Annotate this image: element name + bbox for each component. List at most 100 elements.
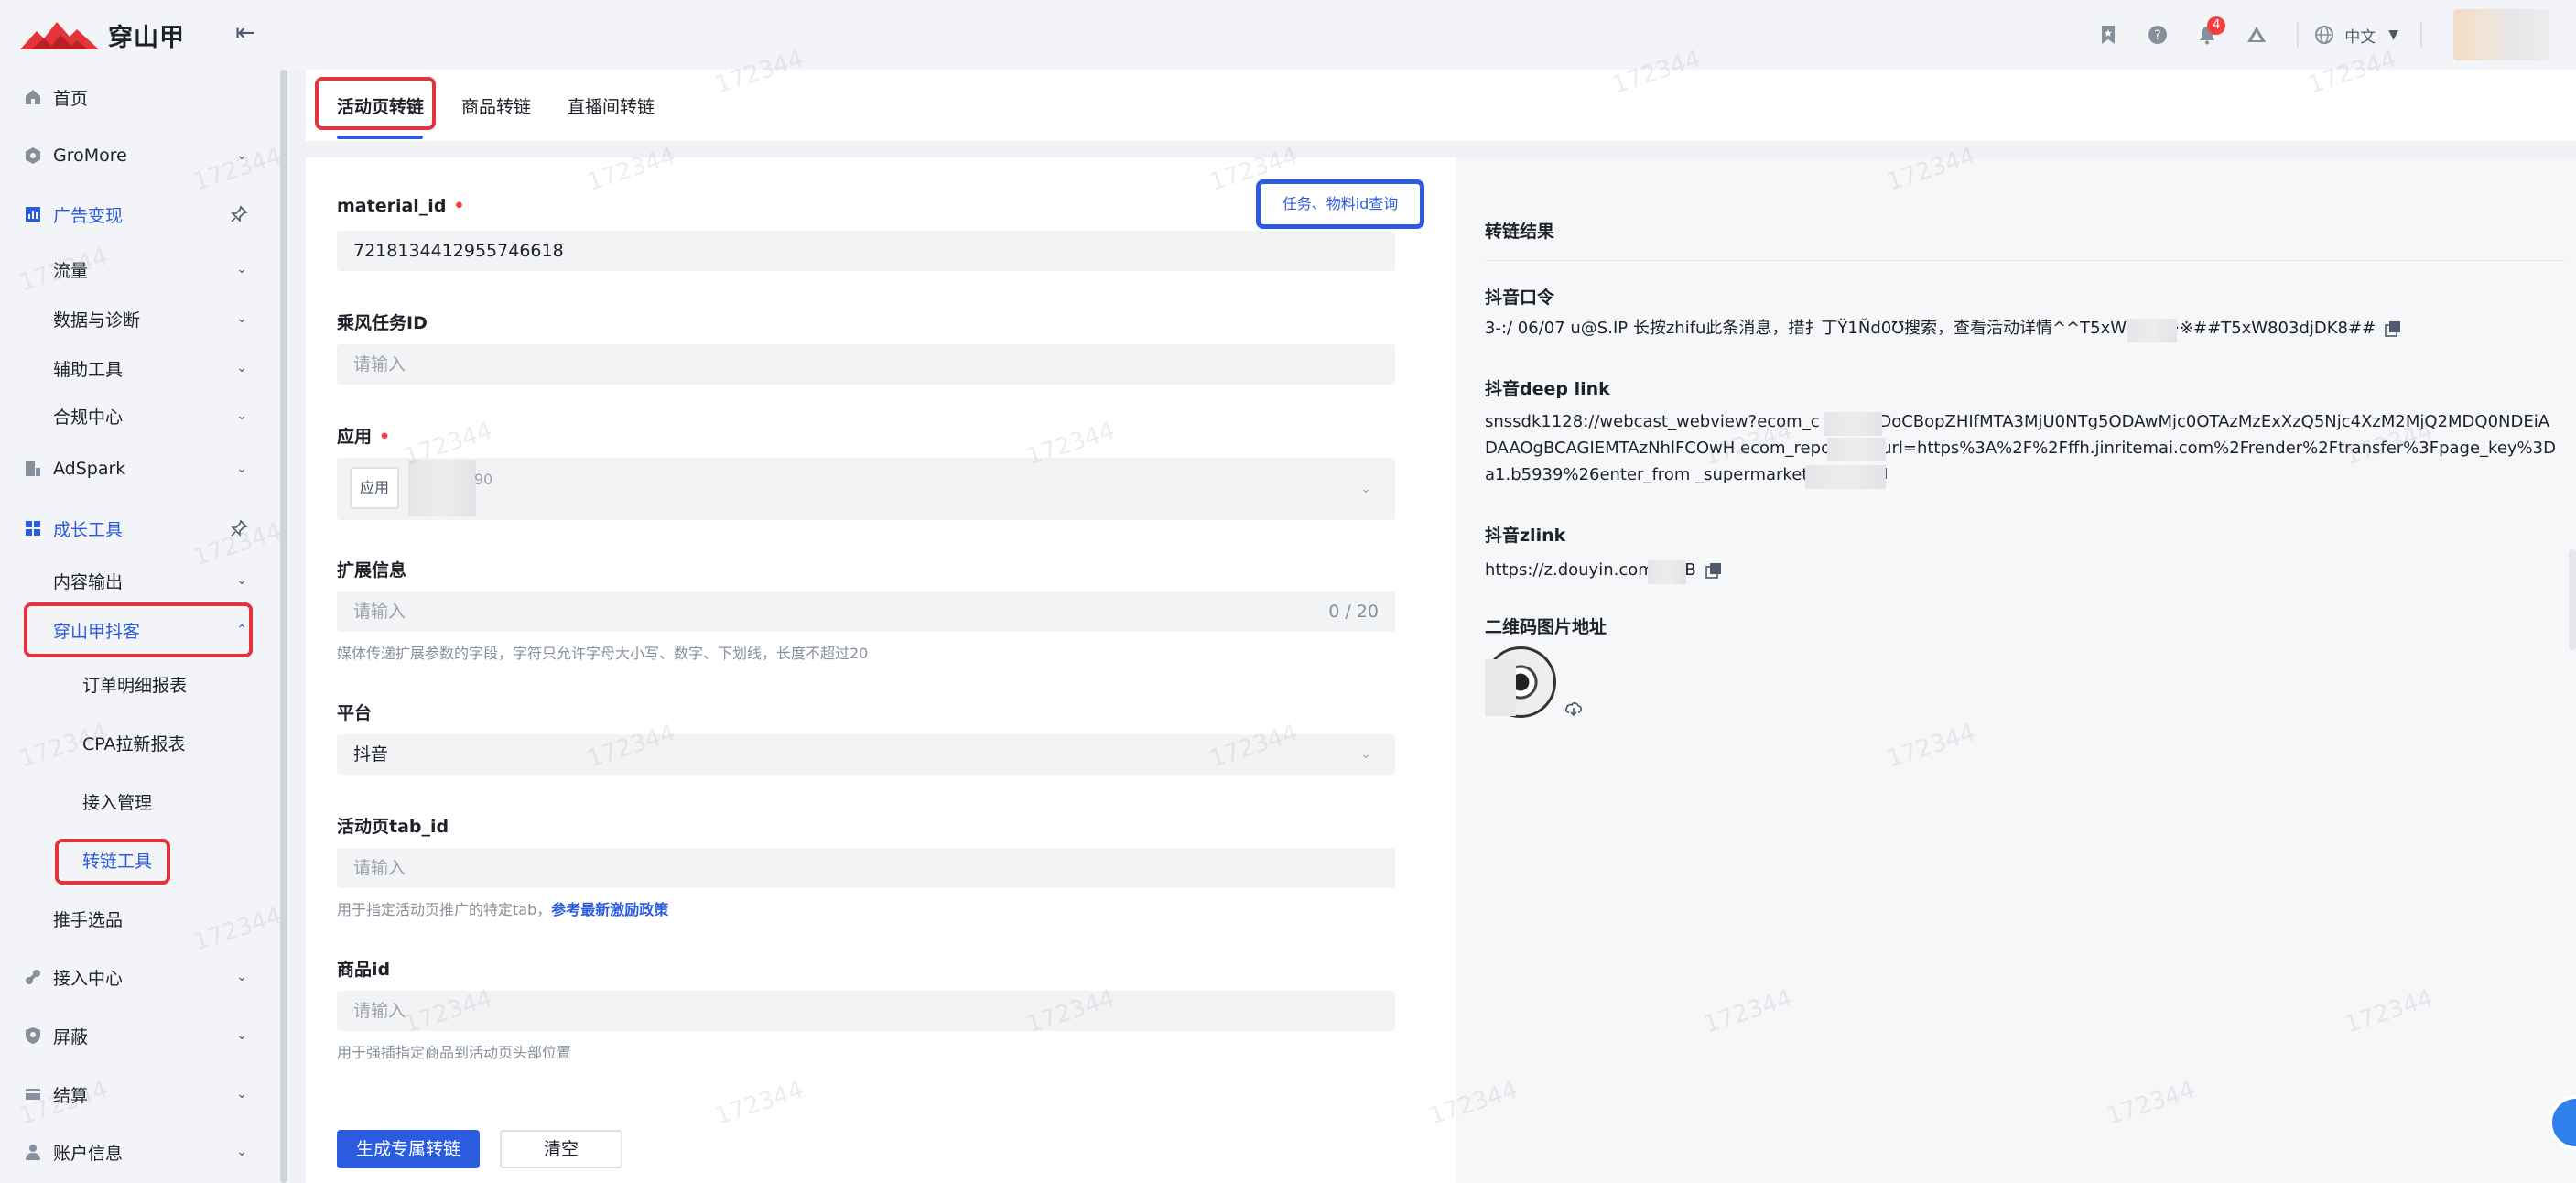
language-switcher[interactable]: 中文 ▼ bbox=[2313, 24, 2398, 47]
chart-icon bbox=[24, 205, 42, 223]
svg-text:?: ? bbox=[2155, 28, 2161, 43]
platform-select[interactable]: 抖音 ⌄ bbox=[337, 734, 1395, 775]
highlight-box-active-tab bbox=[315, 77, 436, 130]
cloud-download-icon[interactable] bbox=[1564, 698, 1584, 718]
globe-icon bbox=[2315, 26, 2334, 44]
doc-chart-icon bbox=[24, 460, 42, 478]
bookmark-icon[interactable] bbox=[2090, 16, 2127, 53]
sidebar-item-content-output[interactable]: 内容输出 ⌄ bbox=[0, 560, 265, 601]
sidebar-item-home[interactable]: 首页 bbox=[0, 77, 265, 117]
product-id-input[interactable]: 请输入 bbox=[337, 991, 1395, 1031]
task-id-label: 乘风任务ID bbox=[337, 313, 428, 333]
chevron-down-icon: ▼ bbox=[2388, 27, 2398, 42]
app-select[interactable]: 应用 90 ⌄ bbox=[337, 458, 1395, 520]
ext-info-placeholder: 请输入 bbox=[353, 602, 406, 622]
pin-icon[interactable] bbox=[229, 518, 249, 538]
highlight-box-pangle-douke bbox=[24, 602, 253, 657]
generate-link-button[interactable]: 生成专属转链 bbox=[337, 1130, 480, 1168]
pin-icon[interactable] bbox=[229, 204, 249, 224]
result-divider bbox=[1485, 260, 2565, 261]
sidebar-item-access-center[interactable]: 接入中心 ⌄ bbox=[0, 957, 265, 997]
pangolin-logo-icon bbox=[20, 22, 99, 49]
user-icon bbox=[24, 1143, 42, 1161]
tab-id-hint: 用于指定活动页推广的特定tab，参考最新激励政策 bbox=[337, 901, 669, 918]
redacted-zlink-part bbox=[1648, 560, 1686, 584]
chevron-down-icon: ⌄ bbox=[1360, 482, 1371, 496]
sidebar-item-data-diagnosis[interactable]: 数据与诊断 ⌄ bbox=[0, 298, 265, 339]
sidebar-item-order-report[interactable]: 订单明细报表 bbox=[0, 664, 265, 704]
bell-icon[interactable]: 4 bbox=[2189, 16, 2226, 53]
top-bar: 穿山甲 ⇤ ? 4 中文 ▼ bbox=[0, 0, 2576, 70]
chevron-down-icon: ⌄ bbox=[1360, 747, 1371, 762]
incentive-policy-link[interactable]: 参考最新激励政策 bbox=[551, 901, 668, 918]
material-id-input[interactable]: 7218134412955746618 bbox=[337, 231, 1395, 271]
sidebar-group-ad-monetization[interactable]: 广告变现 bbox=[0, 194, 265, 234]
avatar[interactable] bbox=[2453, 9, 2549, 60]
tab-product-link[interactable]: 商品转链 bbox=[461, 93, 531, 118]
result-panel bbox=[1456, 157, 2576, 1183]
sidebar-item-gromore[interactable]: GroMore ⌄ bbox=[0, 136, 265, 176]
sidebar-item-settlement[interactable]: 结算 ⌄ bbox=[0, 1074, 265, 1114]
sidebar-item-traffic[interactable]: 流量 ⌄ bbox=[0, 249, 265, 289]
page-scrollbar[interactable] bbox=[2569, 549, 2576, 650]
sidebar-item-aux-tools[interactable]: 辅助工具 ⌄ bbox=[0, 348, 265, 388]
sidebar-item-compliance[interactable]: 合规中心 ⌄ bbox=[0, 396, 265, 436]
platform-value: 抖音 bbox=[353, 744, 389, 765]
menu-collapse-icon[interactable]: ⇤ bbox=[231, 18, 260, 48]
copy-icon[interactable] bbox=[2385, 320, 2401, 337]
douyin-zlink-value: https://z.douyin.com Sj0B bbox=[1485, 557, 2556, 583]
chevron-down-icon: ⌄ bbox=[236, 408, 247, 423]
sidebar-scrollbar[interactable] bbox=[280, 70, 287, 1183]
sidebar-item-block[interactable]: 屏蔽 ⌄ bbox=[0, 1015, 265, 1056]
active-tab-indicator bbox=[337, 136, 423, 139]
header-divider bbox=[2297, 22, 2300, 48]
required-mark: • bbox=[453, 196, 465, 216]
clear-button[interactable]: 清空 bbox=[500, 1130, 622, 1168]
language-label: 中文 bbox=[2344, 27, 2376, 47]
result-title: 转链结果 bbox=[1485, 222, 1555, 242]
brand-name: 穿山甲 bbox=[108, 23, 185, 52]
chevron-down-icon: ⌄ bbox=[236, 1087, 247, 1102]
ext-info-hint: 媒体传递扩展参数的字段，字符只允许字母大小写、数字、下划线，长度不超过20 bbox=[337, 645, 869, 662]
shield-icon bbox=[24, 1026, 42, 1045]
chevron-down-icon: ⌄ bbox=[236, 262, 247, 277]
redacted-command-part bbox=[2127, 319, 2177, 342]
platform-label: 平台 bbox=[337, 703, 373, 723]
help-icon[interactable]: ? bbox=[2139, 16, 2176, 53]
chevron-down-icon: ⌄ bbox=[236, 361, 247, 375]
triangle-icon[interactable] bbox=[2238, 16, 2275, 53]
grid-icon bbox=[24, 519, 42, 537]
redacted-deeplink-part-3 bbox=[1805, 465, 1886, 489]
sidebar-item-access-management[interactable]: 接入管理 bbox=[0, 781, 265, 821]
chevron-down-icon: ⌄ bbox=[236, 1145, 247, 1159]
sidebar-item-cpa-report[interactable]: CPA拉新报表 bbox=[0, 722, 265, 763]
ext-info-input[interactable]: 请输入 0 / 20 bbox=[337, 592, 1395, 632]
wallet-icon bbox=[24, 1085, 42, 1103]
header-divider-2 bbox=[2420, 22, 2422, 48]
app-id-suffix: 90 bbox=[474, 471, 493, 488]
required-mark: • bbox=[379, 427, 391, 447]
copy-icon[interactable] bbox=[1705, 562, 1722, 579]
redacted-deeplink-part-1 bbox=[1824, 412, 1882, 436]
sidebar-item-product-selection[interactable]: 推手选品 bbox=[0, 898, 265, 939]
brand-logo[interactable]: 穿山甲 bbox=[20, 15, 185, 55]
task-id-input[interactable]: 请输入 bbox=[337, 344, 1395, 385]
qr-code-redacted bbox=[1485, 659, 1516, 716]
ext-info-label: 扩展信息 bbox=[337, 560, 407, 581]
app-label: 应用 • bbox=[337, 427, 391, 447]
highlight-box-link-tool bbox=[55, 839, 170, 885]
chevron-down-icon: ⌄ bbox=[236, 148, 247, 163]
sidebar-item-account[interactable]: 账户信息 ⌄ bbox=[0, 1132, 265, 1172]
product-id-hint: 用于强插指定商品到活动页头部位置 bbox=[337, 1044, 572, 1061]
redacted-app-name bbox=[408, 460, 476, 516]
tab-id-input[interactable]: 请输入 bbox=[337, 848, 1395, 888]
sidebar-group-growth-tools[interactable]: 成长工具 bbox=[0, 508, 265, 548]
home-icon bbox=[24, 88, 42, 106]
tab-live-link[interactable]: 直播间转链 bbox=[568, 93, 655, 118]
hexagon-icon bbox=[24, 147, 42, 165]
task-material-query-button[interactable]: 任务、物料id查询 bbox=[1256, 179, 1424, 229]
notification-badge: 4 bbox=[2207, 16, 2226, 35]
douyin-deeplink-value: snssdk1128://webcast_webview?ecom_c Cj4I… bbox=[1485, 412, 2556, 484]
sidebar-item-adspark[interactable]: AdSpark ⌄ bbox=[0, 449, 265, 489]
header-actions: ? 4 中文 ▼ bbox=[2077, 9, 2549, 60]
